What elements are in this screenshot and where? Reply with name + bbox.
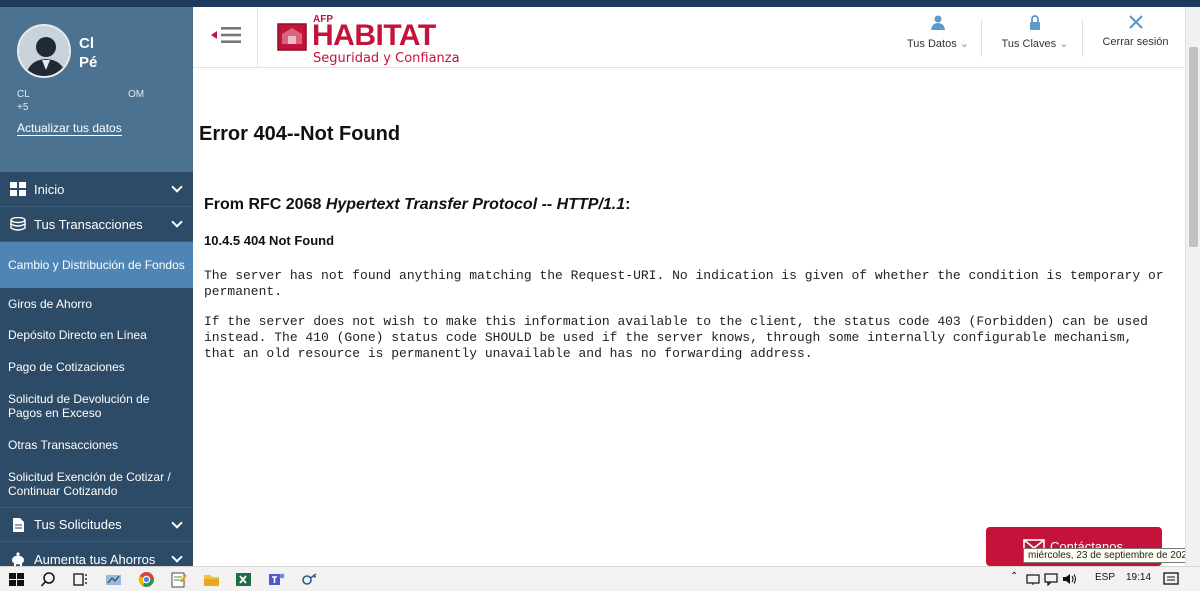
top-strip <box>0 0 1200 7</box>
grid-icon <box>10 182 26 196</box>
teams-icon[interactable] <box>268 571 285 588</box>
user-phone: +5 <box>17 102 29 113</box>
menu-ahorros[interactable]: Aumenta tus Ahorros <box>0 542 193 566</box>
task-view-icon[interactable] <box>72 571 89 588</box>
search-icon[interactable] <box>40 571 57 588</box>
user-icon <box>931 15 945 30</box>
logout-label: Cerrar sesión <box>1102 36 1169 48</box>
volume-icon[interactable] <box>1062 572 1078 586</box>
file-explorer-icon[interactable] <box>203 571 220 588</box>
menu-transacciones-label: Tus Transacciones <box>34 216 143 232</box>
tus-datos-menu[interactable]: Tus Datos ⌄ <box>900 15 976 61</box>
network-tray-icon[interactable] <box>1026 572 1040 586</box>
section-heading: 10.4.5 404 Not Found <box>204 233 335 248</box>
sidebar-menu: Inicio Tus Transacciones Cambio y Distri… <box>0 172 193 566</box>
menu-inicio[interactable]: Inicio <box>0 172 193 207</box>
action-center-icon[interactable] <box>1163 571 1179 587</box>
menu-item-devolucion[interactable]: Solicitud de Devolución de Pagos en Exce… <box>0 382 193 429</box>
habitat-house-icon <box>277 23 307 51</box>
chevron-down-icon <box>171 517 183 529</box>
rfc-heading: From RFC 2068 Hypertext Transfer Protoco… <box>204 196 631 213</box>
afp-habitat-logo[interactable]: AFP HABITAT Seguridad y Confianza <box>276 14 466 66</box>
windows-taskbar: ⌃ ESP 19:14 <box>0 566 1200 591</box>
user-info: OM <box>128 89 145 100</box>
header-separator <box>981 19 982 57</box>
top-header: AFP HABITAT Seguridad y Confianza Tus Da… <box>193 7 1185 68</box>
logo-tagline: Seguridad y Confianza <box>313 51 460 66</box>
update-data-link[interactable]: Actualizar tus datos <box>17 121 122 136</box>
close-icon <box>1128 15 1143 29</box>
logout-button[interactable]: Cerrar sesión <box>1098 15 1173 61</box>
notepad-icon[interactable] <box>170 571 187 588</box>
user-name-line2: Pé <box>79 54 98 71</box>
piggy-bank-icon <box>12 552 24 566</box>
error-title: Error 404--Not Found <box>199 123 401 145</box>
clock-time[interactable]: 19:14 <box>1126 572 1151 583</box>
vpn-key-icon[interactable] <box>301 571 318 588</box>
user-name-line1: Cl <box>79 35 94 52</box>
tray-chevron-up-icon[interactable]: ⌃ <box>1010 571 1018 582</box>
avatar[interactable] <box>17 24 71 78</box>
error-paragraph-1: The server has not found anything matchi… <box>204 268 1164 299</box>
profile-panel: Cl Pé CL OM +5 Actualizar tus datos <box>0 7 193 172</box>
windows-start-icon[interactable] <box>8 571 25 588</box>
main-content: Error 404--Not Found From RFC 2068 Hyper… <box>193 68 1185 566</box>
lock-icon <box>1030 15 1040 30</box>
chevron-down-icon <box>171 551 183 563</box>
menu-item-giros[interactable]: Giros de Ahorro <box>0 288 193 319</box>
coins-icon <box>10 217 26 231</box>
menu-transacciones[interactable]: Tus Transacciones <box>0 207 193 242</box>
header-divider <box>257 7 258 68</box>
date-tooltip: miércoles, 23 de septiembre de 2020 <box>1023 548 1198 563</box>
document-icon <box>13 517 24 532</box>
header-separator <box>1082 19 1083 57</box>
input-language[interactable]: ESP <box>1095 572 1115 583</box>
menu-ahorros-label: Aumenta tus Ahorros <box>34 551 156 567</box>
user-id: CL <box>17 89 30 100</box>
menu-toggle-icon[interactable] <box>211 24 243 46</box>
user-name: Cl Pé <box>79 34 99 72</box>
error-paragraph-2: If the server does not wish to make this… <box>204 314 1148 361</box>
tus-datos-label: Tus Datos ⌄ <box>906 38 969 50</box>
user-silhouette-icon <box>19 26 69 76</box>
menu-item-cambio-distribucion[interactable]: Cambio y Distribución de Fondos <box>0 242 193 288</box>
tus-claves-menu[interactable]: Tus Claves ⌄ <box>995 15 1075 61</box>
chevron-down-icon: ⌄ <box>959 38 969 50</box>
menu-item-deposito[interactable]: Depósito Directo en Línea <box>0 319 193 351</box>
network-app-icon[interactable] <box>105 571 122 588</box>
chevron-down-icon: ⌄ <box>1059 38 1069 50</box>
menu-solicitudes[interactable]: Tus Solicitudes <box>0 507 193 542</box>
menu-item-pago-cotizaciones[interactable]: Pago de Cotizaciones <box>0 351 193 382</box>
menu-item-otras[interactable]: Otras Transacciones <box>0 429 193 460</box>
message-tray-icon[interactable] <box>1044 572 1058 586</box>
excel-icon[interactable] <box>235 571 252 588</box>
menu-inicio-label: Inicio <box>34 181 65 197</box>
chevron-down-icon <box>171 181 183 193</box>
menu-item-exencion[interactable]: Solicitud Exención de Cotizar / Continua… <box>0 460 193 507</box>
menu-solicitudes-label: Tus Solicitudes <box>34 517 122 532</box>
chrome-icon[interactable] <box>138 571 155 588</box>
logo-brand-text: HABITAT <box>312 19 436 52</box>
sidebar: Cl Pé CL OM +5 Actualizar tus datos Inic… <box>0 7 193 566</box>
scrollbar-thumb[interactable] <box>1189 47 1198 247</box>
chevron-down-icon <box>171 216 183 228</box>
vertical-scrollbar[interactable] <box>1185 7 1200 566</box>
tus-claves-label: Tus Claves ⌄ <box>1001 38 1069 50</box>
